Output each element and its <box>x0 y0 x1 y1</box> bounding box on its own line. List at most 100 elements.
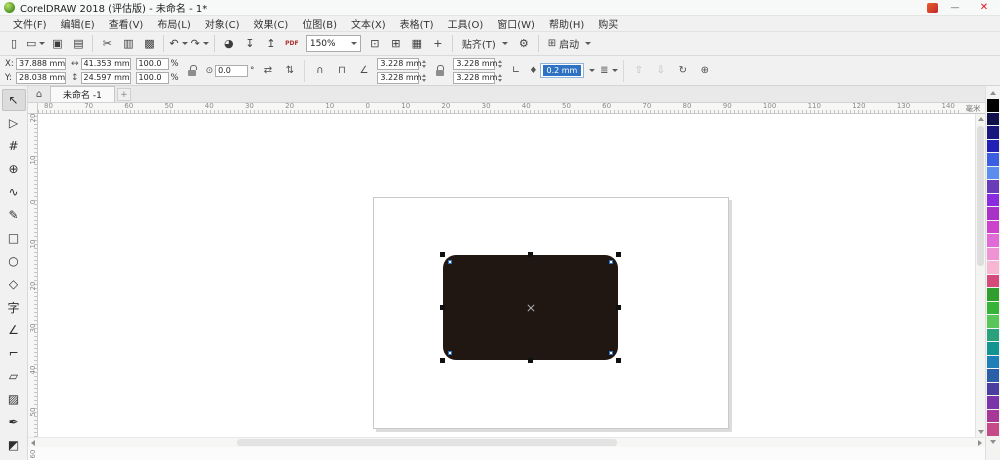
scale-x-input[interactable]: 100.0 <box>135 57 169 70</box>
horizontal-scroll-track[interactable] <box>37 438 976 447</box>
zoom-level-combo[interactable]: 150% <box>305 35 361 52</box>
chamfered-corner-button[interactable]: ∠ <box>355 62 372 79</box>
scale-y-input[interactable]: 100.0 <box>135 71 169 84</box>
color-swatch[interactable] <box>987 207 999 220</box>
freehand-tool[interactable]: ∿ <box>2 181 26 203</box>
spinner[interactable] <box>498 59 503 68</box>
x-position-input[interactable]: 37.888 mm <box>16 57 66 70</box>
selection-handle-s[interactable] <box>527 358 533 363</box>
color-swatch[interactable] <box>987 139 999 152</box>
undo-button[interactable]: ↶ <box>168 34 188 54</box>
corner-radius-top-right-input[interactable]: 3.228 mm <box>453 57 497 70</box>
menu-item-0[interactable]: 文件(F) <box>6 16 54 31</box>
publish-to-pdf-button[interactable]: PDF <box>282 34 302 54</box>
copy-button[interactable]: ▥ <box>118 34 138 54</box>
scroll-left-button[interactable] <box>29 439 37 447</box>
menu-item-10[interactable]: 窗口(W) <box>490 16 542 31</box>
wrap-text-button[interactable]: ≣ <box>600 62 618 79</box>
color-swatch[interactable] <box>987 396 999 409</box>
menu-item-5[interactable]: 效果(C) <box>247 16 296 31</box>
add-page-button[interactable]: + <box>116 88 131 101</box>
caret-down-icon[interactable] <box>589 69 596 72</box>
color-swatch[interactable] <box>987 274 999 287</box>
spinner[interactable] <box>422 73 427 82</box>
horizontal-ruler[interactable]: 80 70 60 50 40 30 20 10 0 10 20 30 40 50 60 70 80 90 100 11… <box>38 103 961 114</box>
color-swatch[interactable] <box>987 315 999 328</box>
lock-corners-button[interactable] <box>431 62 448 79</box>
zoom-tool[interactable]: ⊕ <box>2 158 26 180</box>
menu-item-2[interactable]: 查看(V) <box>102 16 151 31</box>
selection-handle-se[interactable] <box>616 358 621 363</box>
new-document-button[interactable]: ▯ <box>4 34 24 54</box>
selection-handle-ne[interactable] <box>616 252 621 257</box>
menu-item-8[interactable]: 表格(T) <box>393 16 441 31</box>
dynamic-guides-button[interactable]: + <box>428 34 448 54</box>
scalloped-corner-button[interactable]: ⊓ <box>333 62 350 79</box>
close-button[interactable]: ✕ <box>972 1 996 15</box>
color-swatch[interactable] <box>987 220 999 233</box>
color-swatch[interactable] <box>987 261 999 274</box>
outline-width-combo[interactable]: 0.2 mm <box>539 63 585 78</box>
color-swatch[interactable] <box>987 355 999 368</box>
export-button[interactable]: ↥ <box>261 34 281 54</box>
show-rulers-button[interactable]: ⊞ <box>386 34 406 54</box>
scroll-up-button[interactable] <box>977 115 985 123</box>
corner-radius-bottom-left-input[interactable]: 3.228 mm <box>377 71 421 84</box>
mirror-horizontal-button[interactable]: ⇄ <box>259 62 276 79</box>
more-options-button[interactable]: ⊕ <box>696 62 713 79</box>
height-input[interactable]: 24.597 mm <box>80 71 131 84</box>
selection-handle-e[interactable] <box>616 304 621 310</box>
full-screen-preview-button[interactable]: ⊡ <box>365 34 385 54</box>
color-eyedropper-tool[interactable]: ✒ <box>2 411 26 433</box>
color-swatch[interactable] <box>987 193 999 206</box>
menu-item-3[interactable]: 布局(L) <box>150 16 197 31</box>
ellipse-tool[interactable]: ○ <box>2 250 26 272</box>
artistic-media-tool[interactable]: ✎ <box>2 204 26 226</box>
menu-item-11[interactable]: 帮助(H) <box>542 16 591 31</box>
color-swatch[interactable] <box>987 112 999 125</box>
color-swatch[interactable] <box>987 234 999 247</box>
palette-scroll-down-button[interactable] <box>988 438 999 446</box>
search-content-button[interactable]: ◕ <box>219 34 239 54</box>
horizontal-scrollbar[interactable] <box>28 437 985 447</box>
color-swatch[interactable] <box>987 328 999 341</box>
spinner[interactable] <box>498 73 503 82</box>
selection-handle-nw[interactable] <box>440 252 445 257</box>
lock-ratio-button[interactable] <box>184 62 201 79</box>
polygon-tool[interactable]: ◇ <box>2 273 26 295</box>
color-swatch[interactable] <box>987 288 999 301</box>
width-input[interactable]: 41.353 mm <box>80 57 131 70</box>
color-swatch[interactable] <box>987 153 999 166</box>
menu-item-9[interactable]: 工具(O) <box>441 16 491 31</box>
selection-handle-n[interactable] <box>527 252 533 257</box>
drawing-canvas[interactable] <box>38 114 975 437</box>
scroll-down-button[interactable] <box>977 428 985 436</box>
color-swatch[interactable] <box>987 382 999 395</box>
menu-item-7[interactable]: 文本(X) <box>344 16 393 31</box>
save-button[interactable]: ▣ <box>47 34 67 54</box>
to-back-button[interactable]: ⇩ <box>652 62 669 79</box>
rotation-input[interactable]: 0.0 <box>215 64 249 77</box>
home-button[interactable]: ⌂ <box>30 87 48 102</box>
cut-button[interactable]: ✂ <box>97 34 117 54</box>
corner-node[interactable] <box>609 351 613 355</box>
rectangle-tool[interactable]: □ <box>2 227 26 249</box>
open-button[interactable]: ▭ <box>25 34 46 54</box>
show-grid-button[interactable]: ▦ <box>407 34 427 54</box>
color-swatch[interactable] <box>987 409 999 422</box>
document-tab[interactable]: 未命名 -1 <box>50 86 115 102</box>
spinner[interactable] <box>422 59 427 68</box>
shape-tool[interactable]: ▷ <box>2 112 26 134</box>
corner-node[interactable] <box>609 260 613 264</box>
selection-handle-sw[interactable] <box>440 358 445 363</box>
color-swatch[interactable] <box>987 126 999 139</box>
color-swatch[interactable] <box>987 247 999 260</box>
options-button[interactable]: ⚙ <box>514 34 534 54</box>
round-corner-button[interactable]: ∩ <box>311 62 328 79</box>
menu-item-12[interactable]: 购买 <box>591 16 625 31</box>
redo-button[interactable]: ↷ <box>190 34 210 54</box>
import-button[interactable]: ↧ <box>240 34 260 54</box>
vertical-scroll-track[interactable] <box>976 123 985 428</box>
relative-corner-button[interactable]: ∟ <box>507 62 524 79</box>
corner-radius-bottom-right-input[interactable]: 3.228 mm <box>453 71 497 84</box>
